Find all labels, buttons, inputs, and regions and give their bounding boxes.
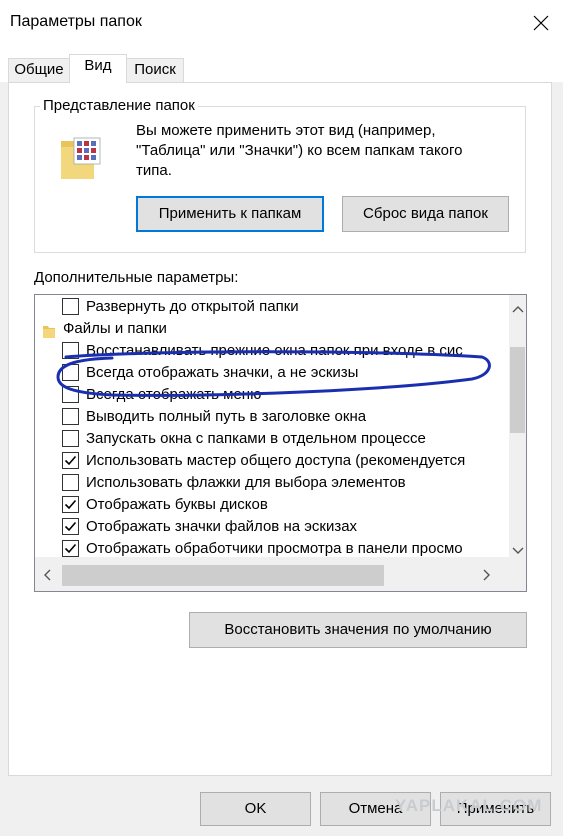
close-icon[interactable] <box>517 0 563 44</box>
list-item-label: Запускать окна с папками в отдельном про… <box>86 430 426 447</box>
tab-search[interactable]: Поиск <box>126 58 184 82</box>
checkmark-icon <box>64 521 77 532</box>
watermark: YAPLAKAL.COM <box>395 796 543 815</box>
list-item[interactable]: Использовать флажки для выбора элементов <box>35 472 509 494</box>
horizontal-scrollbar[interactable] <box>35 557 526 591</box>
checkbox[interactable] <box>62 474 79 491</box>
checkbox[interactable] <box>62 408 79 425</box>
list-item-label: Использовать мастер общего доступа (реко… <box>86 452 466 469</box>
list-item[interactable]: Использовать мастер общего доступа (реко… <box>35 450 509 472</box>
checkmark-icon <box>64 455 77 466</box>
hand-drawn-circle <box>56 350 491 397</box>
folder-views-icon <box>58 135 103 183</box>
checkmark-icon <box>64 543 77 554</box>
apply-to-folders-button[interactable]: Применить к папкам <box>136 196 324 232</box>
vertical-scrollbar[interactable] <box>509 295 526 557</box>
scroll-left-icon[interactable] <box>43 569 51 581</box>
list-item-label: Выводить полный путь в заголовке окна <box>86 408 367 425</box>
list-item-label: Использовать флажки для выбора элементов <box>86 474 406 491</box>
folder-views-description: Вы можете применить этот вид (например, … <box>136 122 463 179</box>
vertical-scroll-thumb[interactable] <box>510 347 525 433</box>
list-item[interactable]: Отображать значки файлов на эскизах <box>35 516 509 538</box>
list-item-label: Развернуть до открытой папки <box>86 298 299 315</box>
list-item[interactable]: Развернуть до открытой папки <box>35 296 509 318</box>
checkbox[interactable] <box>62 430 79 447</box>
folder-views-legend: Представление папок <box>40 97 198 114</box>
scroll-right-icon[interactable] <box>483 569 491 581</box>
advanced-settings-label: Дополнительные параметры: <box>34 269 239 286</box>
ok-button[interactable]: OK <box>200 792 311 826</box>
checkbox[interactable] <box>62 298 79 315</box>
list-item[interactable]: Выводить полный путь в заголовке окна <box>35 406 509 428</box>
reset-folders-button[interactable]: Сброс вида папок <box>342 196 509 232</box>
title-bar: Параметры папок <box>0 0 563 44</box>
checkbox-checked[interactable] <box>62 452 79 469</box>
tab-view[interactable]: Вид <box>69 54 127 83</box>
scroll-down-icon[interactable] <box>512 547 524 555</box>
list-folder-group: Файлы и папки <box>35 318 509 340</box>
list-item-label: Отображать значки файлов на эскизах <box>86 518 358 535</box>
window-title: Параметры папок <box>10 13 142 30</box>
list-item[interactable]: Отображать буквы дисков <box>35 494 509 516</box>
checkbox-checked[interactable] <box>62 540 79 557</box>
checkbox-checked[interactable] <box>62 518 79 535</box>
horizontal-scroll-thumb[interactable] <box>62 565 384 586</box>
scroll-up-icon[interactable] <box>512 305 524 313</box>
checkbox-checked[interactable] <box>62 496 79 513</box>
list-item[interactable]: Запускать окна с папками в отдельном про… <box>35 428 509 450</box>
advanced-settings-list[interactable]: Развернуть до открытой папки Файлы и папк… <box>34 294 527 592</box>
tab-general[interactable]: Общие <box>8 58 70 82</box>
checkmark-icon <box>64 499 77 510</box>
list-folder-label: Файлы и папки <box>63 320 167 337</box>
restore-defaults-button[interactable]: Восстановить значения по умолчанию <box>189 612 527 648</box>
list-item-label: Отображать буквы дисков <box>86 496 268 513</box>
